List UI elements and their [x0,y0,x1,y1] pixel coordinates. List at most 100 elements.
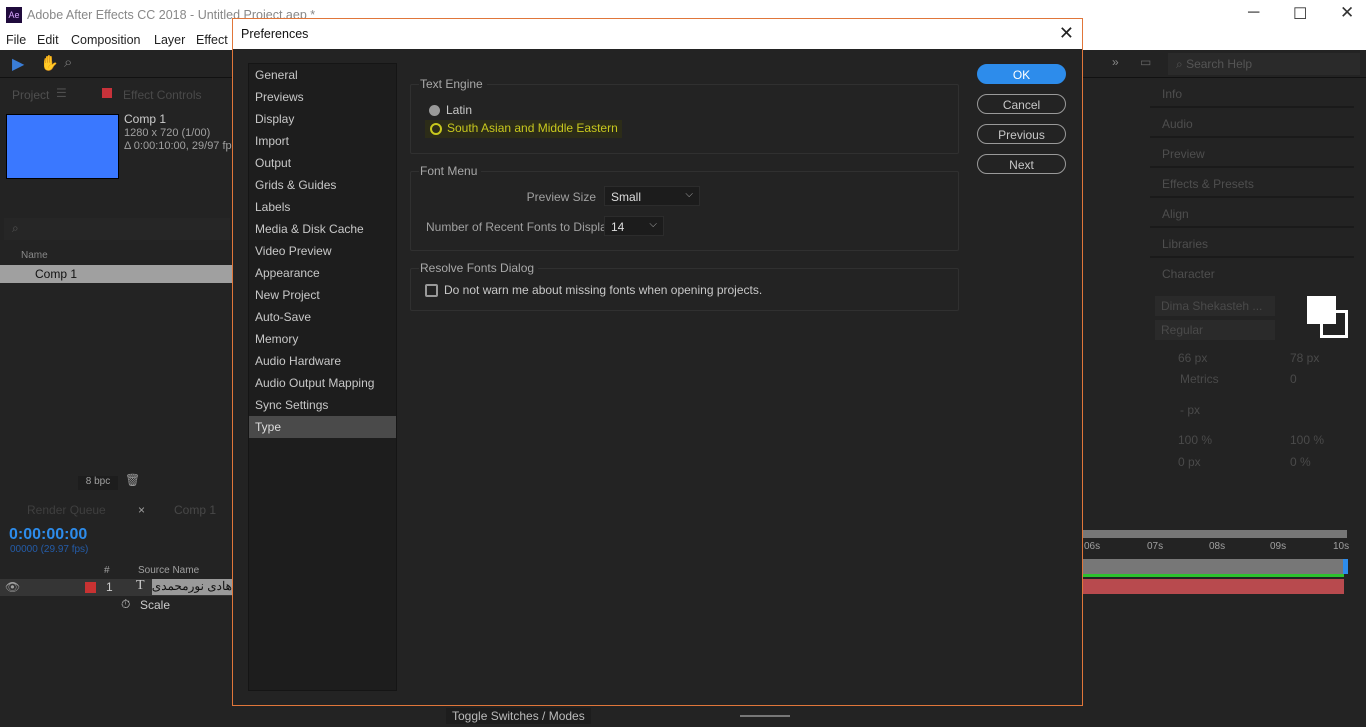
nav-display[interactable]: Display [249,108,396,130]
selection-tool-icon[interactable]: ▶ [12,54,24,74]
preview-size-value: Small [611,190,642,204]
close-icon[interactable]: ✕ [1059,23,1074,44]
minimize-button[interactable]: ─ [1248,4,1259,22]
tsume[interactable]: 0 % [1290,455,1311,469]
ok-button[interactable]: OK [977,64,1066,84]
nav-memory[interactable]: Memory [249,328,396,350]
toggle-switches-modes[interactable]: Toggle Switches / Modes [446,708,591,724]
panel-audio[interactable]: Audio [1150,109,1354,138]
tab-render-queue[interactable]: Render Queue [27,503,106,517]
chevron-down-icon: ⌵ [649,219,657,230]
zoom-tool-icon[interactable]: ⌕ [64,54,72,71]
stroke-width[interactable]: - px [1180,403,1200,417]
nav-previews[interactable]: Previews [249,86,396,108]
tick-06s: 06s [1084,541,1101,552]
bpc-button[interactable]: 8 bpc [78,476,118,490]
hand-tool-icon[interactable]: ✋ [40,54,59,72]
checkbox-icon [425,284,438,297]
cancel-button[interactable]: Cancel [977,94,1066,114]
zoom-slider[interactable] [740,715,790,717]
preview-size-select[interactable]: Small ⌵ [604,186,700,206]
tab-project[interactable]: Project [12,88,49,102]
nav-audio-hardware[interactable]: Audio Hardware [249,350,396,372]
baseline-shift[interactable]: 0 px [1178,455,1201,469]
menu-edit[interactable]: Edit [37,33,59,47]
radio-south-asian-middle-eastern[interactable]: South Asian and Middle Eastern [425,120,622,138]
menu-layer[interactable]: Layer [154,33,185,47]
timecode[interactable]: 0:00:00:00 [9,526,87,544]
comp-thumbnail [6,114,119,179]
stopwatch-icon[interactable]: ⏱ [121,597,130,612]
nav-sync-settings[interactable]: Sync Settings [249,394,396,416]
eye-icon[interactable]: 👁 [5,580,20,594]
close-window-button[interactable]: ✕ [1340,3,1354,23]
recent-fonts-select[interactable]: 14 ⌵ [604,216,664,236]
playhead[interactable] [1343,559,1348,574]
font-family-select[interactable]: Dima Shekasteh ... [1155,296,1275,316]
recent-fonts-value: 14 [611,220,625,234]
panel-effects-presets[interactable]: Effects & Presets [1150,169,1354,198]
fill-color-swatch[interactable] [1307,296,1336,324]
app-logo: Ae [6,7,22,23]
previous-button[interactable]: Previous [977,124,1066,144]
vertical-scale[interactable]: 100 % [1178,433,1212,447]
nav-grids-guides[interactable]: Grids & Guides [249,174,396,196]
nav-new-project[interactable]: New Project [249,284,396,306]
item-label: Comp 1 [35,267,78,281]
panel-info[interactable]: Info [1150,79,1354,108]
nav-import[interactable]: Import [249,130,396,152]
menu-file[interactable]: File [6,33,26,47]
nav-labels[interactable]: Labels [249,196,396,218]
nav-appearance[interactable]: Appearance [249,262,396,284]
kerning[interactable]: Metrics [1180,372,1219,386]
dialog-titlebar: Preferences ✕ [233,19,1082,49]
trash-icon[interactable]: 🗑 [125,473,140,487]
tab-close-icon[interactable]: × [138,503,145,517]
horizontal-scale[interactable]: 100 % [1290,433,1324,447]
comp-name[interactable]: Comp 1 [124,112,166,126]
layer-name[interactable]: هادی نورمحمدی [152,579,232,595]
search-placeholder: Search Help [1186,57,1253,71]
tick-09s: 09s [1270,541,1287,552]
font-size[interactable]: 66 px [1178,351,1207,365]
panel-libraries[interactable]: Libraries [1150,229,1354,258]
font-menu-group: Font Menu Preview Size Small ⌵ Number of … [410,164,959,251]
nav-video-preview[interactable]: Video Preview [249,240,396,262]
nav-output[interactable]: Output [249,152,396,174]
panel-character[interactable]: Character [1150,259,1354,288]
nav-general[interactable]: General [249,64,396,86]
tick-10s: 10s [1333,541,1350,552]
nav-audio-output-mapping[interactable]: Audio Output Mapping [249,372,396,394]
radio-latin[interactable]: Latin [429,103,472,117]
missing-fonts-checkbox[interactable]: Do not warn me about missing fonts when … [425,283,762,297]
layer-label-color[interactable] [85,582,96,593]
comp-resolution: 1280 x 720 (1/00) [124,127,211,139]
project-item[interactable]: Comp 1 [0,265,232,283]
maximize-button[interactable]: ☐ [1293,4,1307,24]
column-source-name[interactable]: Source Name [138,565,199,576]
panel-align[interactable]: Align [1150,199,1354,228]
tracking[interactable]: 0 [1290,372,1297,386]
menu-effect[interactable]: Effect [196,33,228,47]
menu-composition[interactable]: Composition [71,33,140,47]
panel-preview[interactable]: Preview [1150,139,1354,168]
text-engine-label: Text Engine [419,77,487,91]
nav-auto-save[interactable]: Auto-Save [249,306,396,328]
workspace-icon[interactable]: ▭ [1140,55,1151,69]
next-button[interactable]: Next [977,154,1066,174]
column-name[interactable]: Name [21,250,48,261]
time-ruler-bar[interactable] [1082,559,1347,574]
tab-comp[interactable]: Comp 1 [174,503,216,517]
project-search-input[interactable]: ⌕ [4,218,230,240]
layer-duration-bar[interactable] [1082,579,1344,594]
expand-panels-icon[interactable]: » [1112,55,1119,69]
nav-media-disk-cache[interactable]: Media & Disk Cache [249,218,396,240]
font-style-select[interactable]: Regular [1155,320,1275,340]
menu-icon[interactable]: ☰ [56,86,67,100]
work-area-bar[interactable] [1082,530,1347,538]
search-help-input[interactable]: ⌕ Search Help [1168,53,1360,75]
tab-effect-controls[interactable]: Effect Controls [123,88,201,102]
leading[interactable]: 78 px [1290,351,1319,365]
preferences-nav: General Previews Display Import Output G… [248,63,397,691]
nav-type[interactable]: Type [249,416,396,438]
